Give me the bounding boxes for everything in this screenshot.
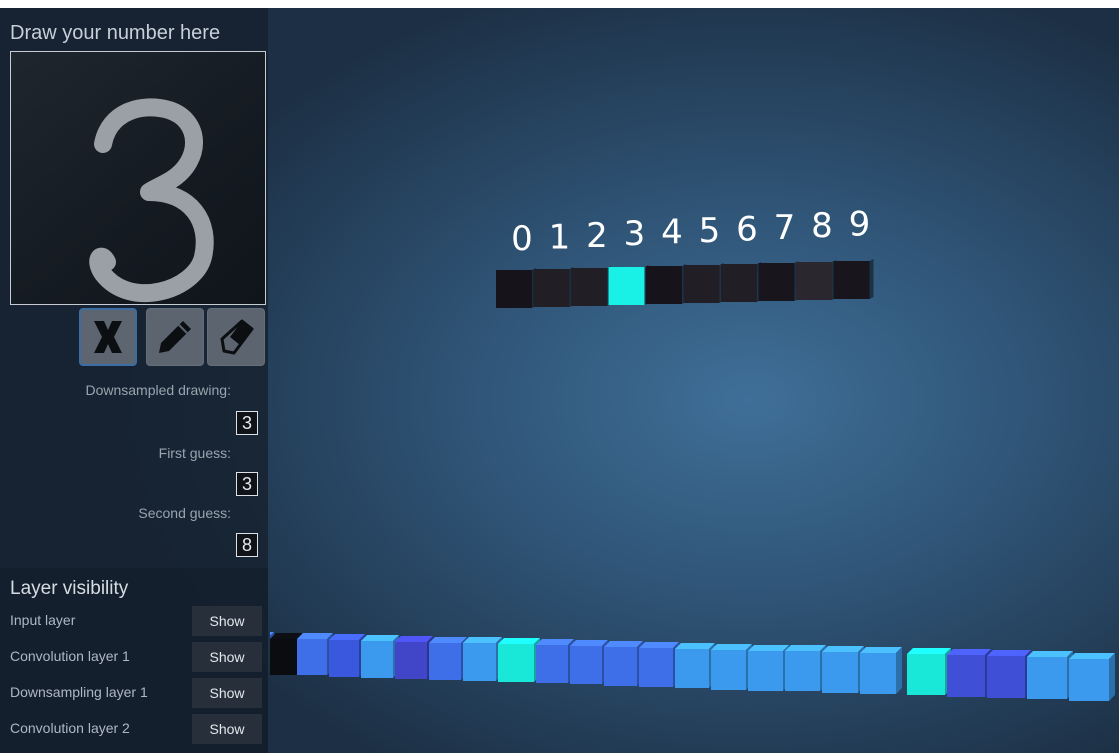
conv-cube <box>947 649 991 697</box>
output-cube-7 <box>758 261 799 301</box>
output-digit-label: 1 <box>549 217 571 257</box>
output-cube-5 <box>683 263 724 303</box>
show-conv1-layer-button[interactable]: Show <box>192 642 262 672</box>
conv-cube <box>785 645 826 691</box>
conv-cube <box>604 641 643 686</box>
clear-button[interactable] <box>79 308 137 366</box>
layer-row-conv1: Convolution layer 1 Show <box>0 642 264 672</box>
drawn-digit-stroke <box>89 98 214 303</box>
downsampled-label: Downsampled drawing: <box>85 382 231 398</box>
conv-cube <box>711 644 752 690</box>
show-conv2-layer-button[interactable]: Show <box>192 714 262 744</box>
second-guess-value: 8 <box>236 533 258 557</box>
output-cube-6 <box>721 262 761 302</box>
show-input-layer-button[interactable]: Show <box>192 606 262 636</box>
output-cube-1 <box>533 267 574 307</box>
output-cube-3 <box>608 265 649 305</box>
layer-row-input: Input layer Show <box>0 606 264 636</box>
output-digit-label: 2 <box>586 216 608 256</box>
second-guess-label: Second guess: <box>138 505 231 521</box>
output-digit-label: 5 <box>699 211 721 251</box>
layer-label: Convolution layer 1 <box>10 648 130 664</box>
drawing-canvas[interactable] <box>10 51 266 305</box>
conv-cube <box>675 643 715 688</box>
conv-cube <box>463 637 502 681</box>
conv-cube <box>1027 651 1073 699</box>
conv-cube <box>639 642 679 687</box>
network-scene: 0123456789 <box>270 205 1115 701</box>
output-digit-label: 7 <box>774 208 796 248</box>
output-cube-9 <box>833 259 874 299</box>
layer-label: Downsampling layer 1 <box>10 684 148 700</box>
output-cube-4 <box>646 264 686 304</box>
output-cube-8 <box>796 260 836 300</box>
conv-cube <box>987 650 1031 698</box>
layer-row-conv2: Convolution layer 2 Show <box>0 714 264 744</box>
conv-cube <box>498 638 540 682</box>
conv-cube <box>748 645 789 691</box>
conv-cube <box>570 640 608 684</box>
output-digit-label: 9 <box>849 205 871 245</box>
first-guess-label: First guess: <box>158 445 231 461</box>
conv-cube <box>297 633 333 675</box>
eraser-button[interactable] <box>207 308 265 366</box>
layer-visibility-title: Layer visibility <box>10 578 129 599</box>
output-digit-label: 6 <box>736 209 758 249</box>
conv-cube <box>907 648 951 695</box>
conv-cube <box>329 634 365 677</box>
layer-row-downsampling1: Downsampling layer 1 Show <box>0 678 264 708</box>
output-digit-label: 4 <box>661 213 683 253</box>
eraser-icon <box>220 319 254 355</box>
show-downsampling1-layer-button[interactable]: Show <box>192 678 262 708</box>
output-digit-label: 3 <box>624 214 646 254</box>
output-digit-label: 8 <box>811 206 833 246</box>
conv-cube <box>536 639 574 683</box>
output-digit-label: 0 <box>511 219 533 259</box>
panel-title: Draw your number here <box>10 22 221 44</box>
conv-cube <box>429 637 467 680</box>
conv-cube <box>1069 653 1115 701</box>
window-top-strip <box>0 0 1119 8</box>
output-cube-2 <box>571 266 611 306</box>
conv-cube <box>395 636 433 679</box>
layer-label: Input layer <box>10 612 76 628</box>
pencil-button[interactable] <box>146 308 204 366</box>
output-cube-0 <box>496 268 536 308</box>
downsampled-value: 3 <box>236 411 258 435</box>
pencil-icon <box>159 321 191 353</box>
conv-cube <box>822 646 864 693</box>
layer-label: Convolution layer 2 <box>10 720 130 736</box>
conv-cube <box>361 635 399 678</box>
first-guess-value: 3 <box>236 472 258 496</box>
conv-cube <box>860 647 902 694</box>
clear-icon <box>94 321 122 353</box>
